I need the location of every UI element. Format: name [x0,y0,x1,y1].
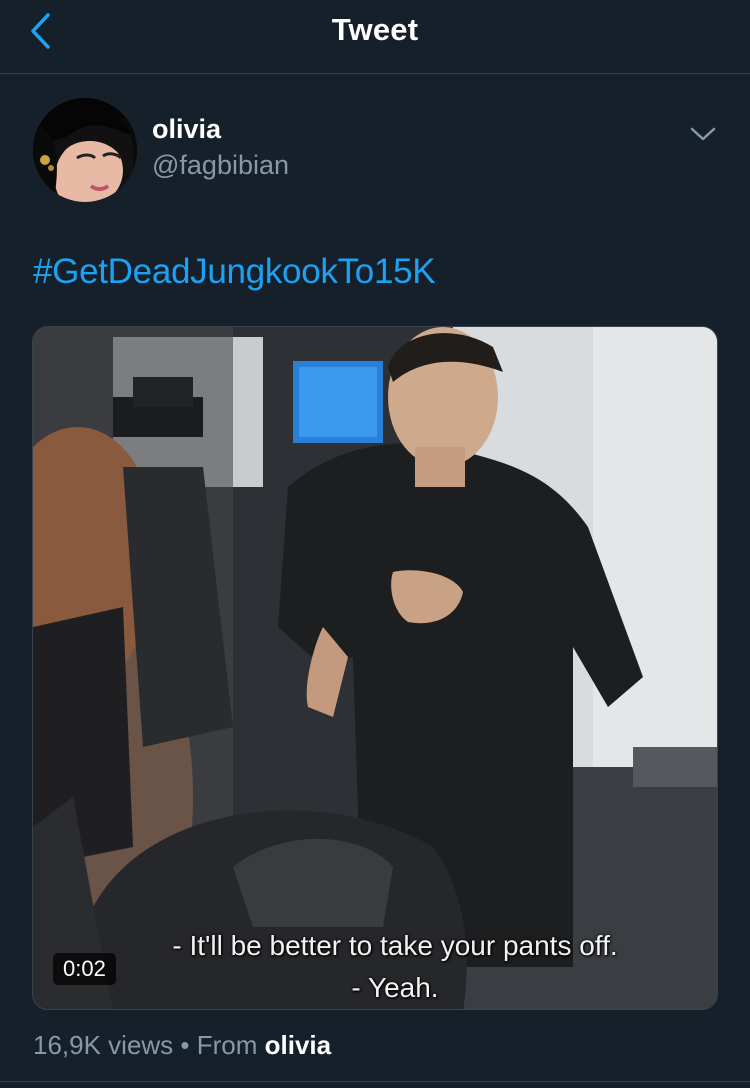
author-name[interactable]: olivia [152,114,221,145]
tweet-stats: 16,9K views • From olivia [33,1030,331,1061]
avatar[interactable] [33,98,137,202]
chevron-down-icon [690,127,716,141]
tweet-options-button[interactable] [683,116,723,152]
stats-separator: • [173,1030,197,1060]
video-duration-badge: 0:02 [53,953,116,985]
top-bar: Tweet [0,0,750,74]
view-count: 16,9K views [33,1030,174,1060]
tweet-detail-screen: Tweet olivia @fagbibian #GetDeadJungkook… [0,0,750,1088]
tweet-text: #GetDeadJungkookTo15K [33,252,436,292]
video-subtitle-line-1: - It'll be better to take your pants off… [172,930,618,961]
tweet-author: olivia @fagbibian [33,98,723,208]
video-subtitle-line-2: - Yeah. [351,972,439,1003]
divider [0,1081,750,1082]
author-handle[interactable]: @fagbibian [152,150,289,181]
video-frame [33,327,717,1009]
from-label: From [196,1030,265,1060]
page-title: Tweet [331,12,419,47]
video-player[interactable]: - It'll be better to take your pants off… [32,326,718,1010]
avatar-image [33,98,137,202]
hashtag-link[interactable]: #GetDeadJungkookTo15K [33,252,436,291]
source-link[interactable]: olivia [265,1030,331,1060]
